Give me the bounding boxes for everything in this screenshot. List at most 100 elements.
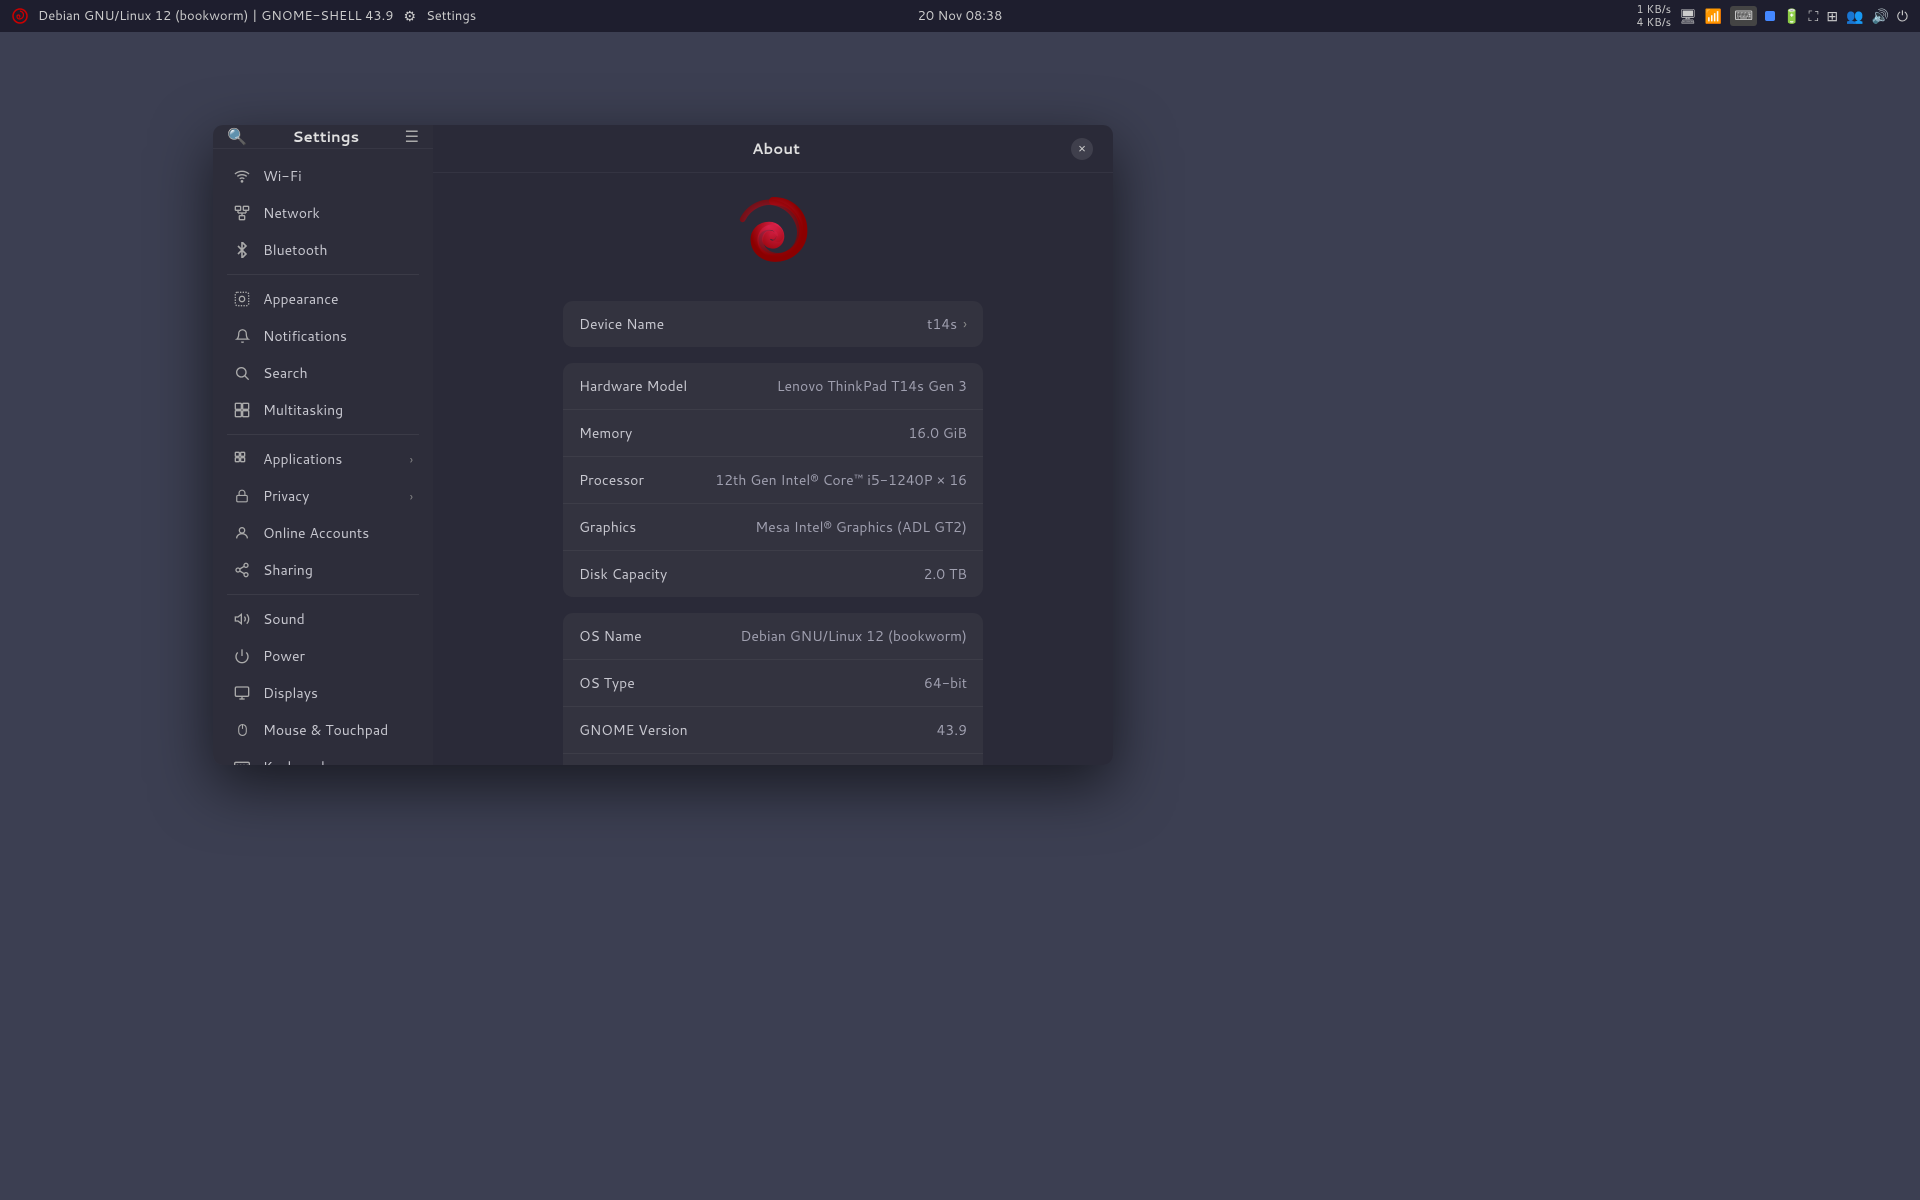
topbar-datetime: 20 Nov 08:38 <box>918 7 1003 25</box>
apps-grid-icon: ⊞ <box>1826 6 1838 26</box>
sidebar-label-online-accounts: Online Accounts <box>263 523 413 543</box>
appearance-icon <box>233 290 251 308</box>
processor-value: 12th Gen Intel® Core™ i5-1240P × 16 <box>715 470 967 490</box>
gnome-version-row: GNOME Version 43.9 <box>563 707 983 754</box>
windowing-system-row: Windowing System Wayland <box>563 754 983 765</box>
os-type-label: OS Type <box>579 673 635 693</box>
os-name-label: OS Name <box>579 626 642 646</box>
privacy-icon <box>233 487 251 505</box>
sidebar-label-wifi: Wi-Fi <box>263 166 413 186</box>
nav-divider-3 <box>227 594 419 595</box>
network-icon <box>233 204 251 222</box>
sidebar-label-sound: Sound <box>263 609 413 629</box>
about-content: Device Name t14s › Hardware Model Lenovo… <box>433 173 1113 765</box>
multitasking-icon <box>233 401 251 419</box>
applications-icon <box>233 450 251 468</box>
device-name-label: Device Name <box>579 314 664 334</box>
bluetooth-icon <box>233 241 251 259</box>
os-type-row: OS Type 64-bit <box>563 660 983 707</box>
nav-divider-2 <box>227 434 419 435</box>
sidebar-title: Settings <box>292 126 359 147</box>
sidebar-item-sharing[interactable]: Sharing <box>219 552 427 588</box>
sidebar-item-online-accounts[interactable]: Online Accounts <box>219 515 427 551</box>
displays-icon <box>233 684 251 702</box>
monitor-status-icon: 🖥 <box>1679 6 1697 26</box>
sidebar-item-bluetooth[interactable]: Bluetooth <box>219 232 427 268</box>
sidebar-item-applications[interactable]: Applications › <box>219 441 427 477</box>
hardware-model-value: Lenovo ThinkPad T14s Gen 3 <box>777 376 967 396</box>
sidebar-item-multitasking[interactable]: Multitasking <box>219 392 427 428</box>
power-icon <box>233 647 251 665</box>
processor-label: Processor <box>579 470 644 490</box>
sidebar-label-mouse-touchpad: Mouse & Touchpad <box>263 720 413 740</box>
device-name-row[interactable]: Device Name t14s › <box>563 301 983 347</box>
topbar-title: Debian GNU/Linux 12 (bookworm) | GNOME-S… <box>38 7 394 25</box>
sidebar-label-bluetooth: Bluetooth <box>263 240 413 260</box>
main-content: About × Device Name <box>433 125 1113 765</box>
hardware-model-label: Hardware Model <box>579 376 687 396</box>
settings-window: 🔍 Settings ☰ Wi-Fi <box>213 125 1113 765</box>
debian-logo-icon <box>12 8 28 24</box>
topbar-right: 1 KB/s4 KB/s 🖥 📶 ⌨ 🔋 ⛶ ⊞ 👥 🔊 ⏻ <box>1636 3 1908 29</box>
sidebar-item-power[interactable]: Power <box>219 638 427 674</box>
sidebar-item-mouse-touchpad[interactable]: Mouse & Touchpad <box>219 712 427 748</box>
sidebar-item-search[interactable]: Search <box>219 355 427 391</box>
sound-icon <box>233 610 251 628</box>
sidebar-item-appearance[interactable]: Appearance <box>219 281 427 317</box>
sharing-icon <box>233 561 251 579</box>
disk-capacity-value: 2.0 TB <box>923 564 967 584</box>
sidebar-item-network[interactable]: Network <box>219 195 427 231</box>
device-name-value: t14s <box>927 314 957 334</box>
bell-icon <box>233 327 251 345</box>
sidebar-label-privacy: Privacy <box>263 486 398 506</box>
volume-icon: 🔊 <box>1871 6 1888 26</box>
main-title: About <box>481 138 1071 159</box>
graphics-value: Mesa Intel® Graphics (ADL GT2) <box>755 517 967 537</box>
sidebar-search-icon[interactable]: 🔍 <box>227 125 247 148</box>
sidebar-label-applications: Applications <box>263 449 398 469</box>
device-name-chevron-icon: › <box>963 314 967 334</box>
topbar-app-name: Settings <box>426 7 476 25</box>
search-icon <box>233 364 251 382</box>
os-section: OS Name Debian GNU/Linux 12 (bookworm) O… <box>563 613 983 765</box>
nav-divider-1 <box>227 274 419 275</box>
memory-label: Memory <box>579 423 632 443</box>
sidebar-label-sharing: Sharing <box>263 560 413 580</box>
os-name-value: Debian GNU/Linux 12 (bookworm) <box>740 626 967 646</box>
sidebar-label-appearance: Appearance <box>263 289 413 309</box>
sidebar-item-keyboard[interactable]: Keyboard <box>219 749 427 765</box>
network-speed-icon: 1 KB/s4 KB/s <box>1636 3 1671 29</box>
memory-row: Memory 16.0 GiB <box>563 410 983 457</box>
sidebar-item-displays[interactable]: Displays <box>219 675 427 711</box>
sidebar-label-search: Search <box>263 363 413 383</box>
sidebar-item-notifications[interactable]: Notifications <box>219 318 427 354</box>
sidebar-item-privacy[interactable]: Privacy › <box>219 478 427 514</box>
topbar-left: Debian GNU/Linux 12 (bookworm) | GNOME-S… <box>12 6 476 26</box>
sidebar-label-keyboard: Keyboard <box>263 757 413 765</box>
disk-capacity-row: Disk Capacity 2.0 TB <box>563 551 983 597</box>
topbar: Debian GNU/Linux 12 (bookworm) | GNOME-S… <box>0 0 1920 32</box>
close-button[interactable]: × <box>1071 138 1093 160</box>
sidebar-item-wifi[interactable]: Wi-Fi <box>219 158 427 194</box>
people-icon: 👥 <box>1846 6 1863 26</box>
online-accounts-icon <box>233 524 251 542</box>
sidebar-header: 🔍 Settings ☰ <box>213 125 433 149</box>
applications-arrow-icon: › <box>410 451 413 468</box>
sidebar-item-sound[interactable]: Sound <box>219 601 427 637</box>
battery-icon: 🔋 <box>1783 6 1800 26</box>
gnome-version-value: 43.9 <box>936 720 967 740</box>
expand-icon: ⛶ <box>1809 6 1819 26</box>
graphics-label: Graphics <box>579 517 636 537</box>
sidebar-label-network: Network <box>263 203 413 223</box>
graphics-row: Graphics Mesa Intel® Graphics (ADL GT2) <box>563 504 983 551</box>
os-name-row: OS Name Debian GNU/Linux 12 (bookworm) <box>563 613 983 660</box>
processor-row: Processor 12th Gen Intel® Core™ i5-1240P… <box>563 457 983 504</box>
sidebar-label-power: Power <box>263 646 413 666</box>
device-name-section: Device Name t14s › <box>563 301 983 347</box>
memory-value: 16.0 GiB <box>908 423 967 443</box>
topbar-gear-icon: ⚙ <box>404 6 417 26</box>
debian-swirl-logo <box>733 197 813 277</box>
sidebar-menu-icon[interactable]: ☰ <box>405 125 419 148</box>
sidebar-label-notifications: Notifications <box>263 326 413 346</box>
wifi-icon <box>233 167 251 185</box>
